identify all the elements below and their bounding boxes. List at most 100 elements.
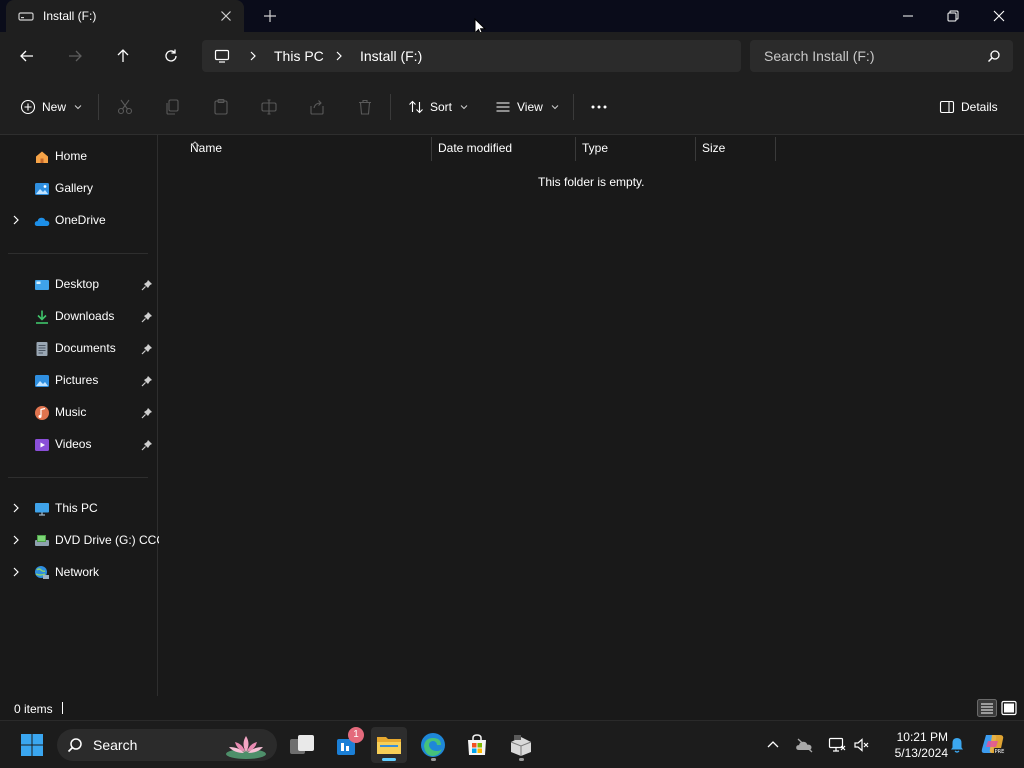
back-button[interactable] <box>15 44 39 68</box>
breadcrumb-this-pc[interactable]: This PC <box>274 48 324 64</box>
close-tab-icon[interactable] <box>218 8 234 24</box>
chevron-right-icon[interactable] <box>11 215 21 225</box>
pin-icon[interactable] <box>141 311 153 323</box>
close-window-button[interactable] <box>976 0 1022 32</box>
sidebar-item-downloads[interactable]: Downloads <box>0 303 158 331</box>
divider <box>390 94 391 120</box>
chevron-up-icon[interactable] <box>764 736 782 754</box>
lotus-flower-icon <box>223 730 269 760</box>
taskbar-search[interactable]: Search <box>57 729 277 761</box>
status-separator <box>62 702 63 714</box>
large-icons-view-icon[interactable] <box>999 699 1019 717</box>
pin-icon[interactable] <box>141 279 153 291</box>
column-label: Date modified <box>438 141 513 155</box>
chevron-right-icon[interactable] <box>11 503 21 513</box>
rename-icon[interactable] <box>260 98 278 116</box>
installer-box-icon <box>510 735 532 756</box>
new-tab-icon[interactable] <box>262 8 278 24</box>
notification-badge: 1 <box>348 727 364 743</box>
sidebar-item-music[interactable]: Music <box>0 399 158 427</box>
chevron-right-icon[interactable] <box>11 535 21 545</box>
breadcrumb-install-f[interactable]: Install (F:) <box>360 48 422 64</box>
address-bar[interactable]: This PC Install (F:) <box>202 40 741 72</box>
tab-install-f[interactable]: Install (F:) <box>6 0 244 32</box>
column-header-date-modified[interactable]: Date modified <box>431 135 575 161</box>
chevron-right-icon[interactable] <box>248 51 258 61</box>
minimize-button[interactable] <box>885 0 931 32</box>
sidebar-label: Pictures <box>55 373 99 387</box>
pin-icon[interactable] <box>141 375 153 387</box>
pin-icon[interactable] <box>141 343 153 355</box>
copy-icon[interactable] <box>164 98 182 116</box>
home-icon <box>34 149 50 165</box>
sidebar-item-home[interactable]: Home <box>0 143 158 171</box>
taskbar-edge[interactable] <box>415 727 451 763</box>
more-options-icon[interactable] <box>590 98 608 116</box>
new-button[interactable]: New <box>20 94 82 120</box>
up-button[interactable] <box>111 44 135 68</box>
taskbar-app-store-notifications[interactable]: 1 <box>328 727 364 763</box>
divider <box>573 94 574 120</box>
sidebar-item-videos[interactable]: Videos <box>0 431 158 459</box>
details-pane-button[interactable]: Details <box>939 94 998 120</box>
chevron-right-icon[interactable] <box>334 51 344 61</box>
paste-icon[interactable] <box>212 98 230 116</box>
volume-muted-icon[interactable] <box>853 736 871 754</box>
pin-icon[interactable] <box>141 439 153 451</box>
sidebar-item-this-pc[interactable]: This PC <box>0 495 158 523</box>
view-button[interactable]: View <box>495 94 559 120</box>
clock-time: 10:21 PM <box>896 730 948 744</box>
svg-text:PRE: PRE <box>995 749 1005 755</box>
this-pc-icon <box>34 501 50 517</box>
search-icon <box>67 737 83 753</box>
sidebar-item-desktop[interactable]: Desktop <box>0 271 158 299</box>
sidebar-label: Music <box>55 405 87 419</box>
delete-icon[interactable] <box>356 98 374 116</box>
column-header-name[interactable]: Name <box>183 135 432 161</box>
taskbar: Search 1 10:21 PM 5/13/2024 PRE <box>0 720 1024 768</box>
sidebar-item-gallery[interactable]: Gallery <box>0 175 158 203</box>
cut-icon[interactable] <box>116 98 134 116</box>
details-view-icon[interactable] <box>977 699 997 717</box>
sort-icon <box>408 99 424 115</box>
tab-title: Install (F:) <box>43 9 97 23</box>
sort-label: Sort <box>430 100 453 114</box>
column-divider[interactable] <box>775 137 776 161</box>
restore-button[interactable] <box>930 0 976 32</box>
search-icon[interactable] <box>987 49 1001 63</box>
file-list[interactable]: Name Date modified Type Size This folder… <box>159 135 1024 696</box>
chevron-right-icon[interactable] <box>11 567 21 577</box>
view-list-icon <box>495 99 511 115</box>
task-view-button[interactable] <box>284 727 320 763</box>
drive-icon <box>18 9 34 23</box>
share-icon[interactable] <box>308 98 326 116</box>
taskbar-file-explorer[interactable] <box>371 727 407 763</box>
copilot-icon[interactable]: PRE <box>980 731 1006 757</box>
refresh-button[interactable] <box>159 44 183 68</box>
pin-icon[interactable] <box>141 407 153 419</box>
new-label: New <box>42 100 67 114</box>
sidebar-item-onedrive[interactable]: OneDrive <box>0 207 158 235</box>
details-pane-icon <box>939 99 955 115</box>
clock[interactable]: 10:21 PM 5/13/2024 <box>878 729 948 761</box>
sort-button[interactable]: Sort <box>408 94 468 120</box>
column-header-type[interactable]: Type <box>575 135 695 161</box>
sidebar-label: DVD Drive (G:) CCC <box>55 533 165 547</box>
forward-button[interactable] <box>63 44 87 68</box>
sidebar-item-network[interactable]: Network <box>0 559 158 587</box>
windows-logo-icon <box>21 734 43 756</box>
details-label: Details <box>961 100 998 114</box>
sidebar-item-documents[interactable]: Documents <box>0 335 158 363</box>
chevron-down-icon <box>551 103 559 111</box>
taskbar-microsoft-store[interactable] <box>459 727 495 763</box>
onedrive-offline-icon[interactable] <box>795 736 813 754</box>
network-status-icon[interactable] <box>828 736 846 754</box>
sidebar-item-dvd-drive[interactable]: DVD Drive (G:) CCC <box>0 527 165 555</box>
title-bar: Install (F:) <box>0 0 1024 37</box>
notification-bell-icon[interactable] <box>948 736 966 754</box>
sidebar-item-pictures[interactable]: Pictures <box>0 367 158 395</box>
taskbar-installer-app[interactable] <box>503 727 539 763</box>
column-header-size[interactable]: Size <box>695 135 775 161</box>
search-input[interactable]: Search Install (F:) <box>750 40 1013 72</box>
start-button[interactable] <box>14 727 50 763</box>
